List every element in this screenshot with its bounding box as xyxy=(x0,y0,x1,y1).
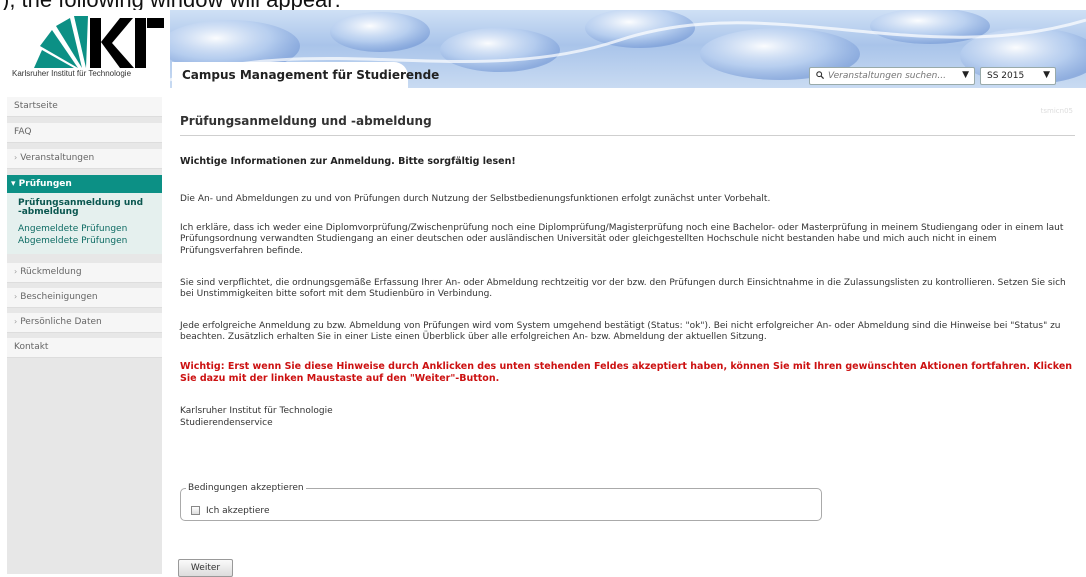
accept-fieldset: Bedingungen akzeptieren Ich akzeptiere xyxy=(180,483,822,521)
signature: Karlsruher Institut für Technologie Stud… xyxy=(180,406,333,429)
logo-subtitle: Karlsruher Institut für Technologie xyxy=(12,69,132,78)
sidebar-item-persoenliche-daten[interactable]: › Persönliche Daten xyxy=(7,313,162,333)
sidebar-item-veranstaltungen[interactable]: › Veranstaltungen xyxy=(7,149,162,169)
subitem-pruefungsanmeldung[interactable]: Prüfungsanmeldung und -abmeldung xyxy=(18,199,143,217)
app-title: Campus Management für Studierende xyxy=(182,68,440,82)
sidebar-item-label: Prüfungen xyxy=(18,179,72,189)
chevron-right-icon: › xyxy=(14,292,18,301)
sidebar-item-rueckmeldung[interactable]: › Rückmeldung xyxy=(7,263,162,283)
paragraph-vorbehalt: Die An- und Abmeldungen zu und von Prüfu… xyxy=(180,194,771,204)
paragraph-bestaetigung: Jede erfolgreiche Anmeldung zu bzw. Abme… xyxy=(180,321,1061,343)
info-heading: Wichtige Informationen zur Anmeldung. Bi… xyxy=(180,156,516,167)
accept-label[interactable]: Ich akzeptiere xyxy=(206,506,269,516)
signature-department: Studierendenservice xyxy=(180,417,273,428)
header: Karlsruher Institut für Technologie Camp… xyxy=(0,10,1086,88)
subitem-angemeldete-pruefungen[interactable]: Angemeldete Prüfungen xyxy=(18,225,127,234)
sidebar-item-label: FAQ xyxy=(14,127,32,137)
sidebar: Startseite FAQ › Veranstaltungen ▾ Prüfun… xyxy=(7,97,162,574)
accept-legend: Bedingungen akzeptieren xyxy=(188,483,304,493)
chevron-right-icon: › xyxy=(14,267,18,276)
subitem-label-line2: -abmeldung xyxy=(18,207,79,217)
kit-logo[interactable]: Karlsruher Institut für Technologie xyxy=(0,10,170,88)
semester-value: SS 2015 xyxy=(987,71,1025,81)
sidebar-item-label: Rückmeldung xyxy=(20,267,82,277)
sidebar-item-label: Bescheinigungen xyxy=(20,292,98,302)
paragraph-pflicht: Sie sind verpflichtet, die ordnungsgemäß… xyxy=(180,278,1066,300)
chevron-down-icon: ▾ xyxy=(11,179,19,189)
sidebar-item-label: Veranstaltungen xyxy=(20,153,95,163)
subitem-abgemeldete-pruefungen[interactable]: Abgemeldete Prüfungen xyxy=(18,237,127,246)
title-divider xyxy=(180,135,1075,136)
warning-text: Wichtig: Erst wenn Sie diese Hinweise du… xyxy=(180,361,1073,384)
sidebar-item-bescheinigungen[interactable]: › Bescheinigungen xyxy=(7,288,162,308)
chevron-down-icon[interactable]: ▼ xyxy=(962,70,969,80)
search-box[interactable]: ▼ xyxy=(809,67,975,85)
kit-logo-icon xyxy=(34,16,164,68)
sidebar-item-label: Persönliche Daten xyxy=(20,317,102,327)
weiter-button[interactable]: Weiter xyxy=(178,559,233,577)
sidebar-item-label: Kontakt xyxy=(14,342,49,352)
sidebar-item-startseite[interactable]: Startseite xyxy=(7,97,162,117)
accept-checkbox[interactable] xyxy=(191,506,200,515)
signature-institution: Karlsruher Institut für Technologie xyxy=(180,406,333,416)
sidebar-item-pruefungen[interactable]: ▾ Prüfungen xyxy=(7,175,162,193)
chevron-right-icon: › xyxy=(14,153,18,162)
sidebar-item-kontakt[interactable]: Kontakt xyxy=(7,338,162,358)
search-icon xyxy=(816,71,824,79)
chevron-down-icon: ▼ xyxy=(1043,70,1050,80)
search-input[interactable] xyxy=(828,69,950,83)
page-id-label: tsmicn05 xyxy=(1040,107,1073,115)
sidebar-item-label: Startseite xyxy=(14,101,58,111)
paragraph-erklaerung: Ich erkläre, dass ich weder eine Diplomv… xyxy=(180,223,1064,256)
sidebar-submenu: Prüfungsanmeldung und -abmeldung Angemel… xyxy=(7,193,162,254)
sidebar-item-faq[interactable]: FAQ xyxy=(7,123,162,143)
page-title: Prüfungsanmeldung und -abmeldung xyxy=(180,114,432,128)
chevron-right-icon: › xyxy=(14,317,18,326)
semester-select[interactable]: SS 2015 ▼ xyxy=(980,67,1056,85)
